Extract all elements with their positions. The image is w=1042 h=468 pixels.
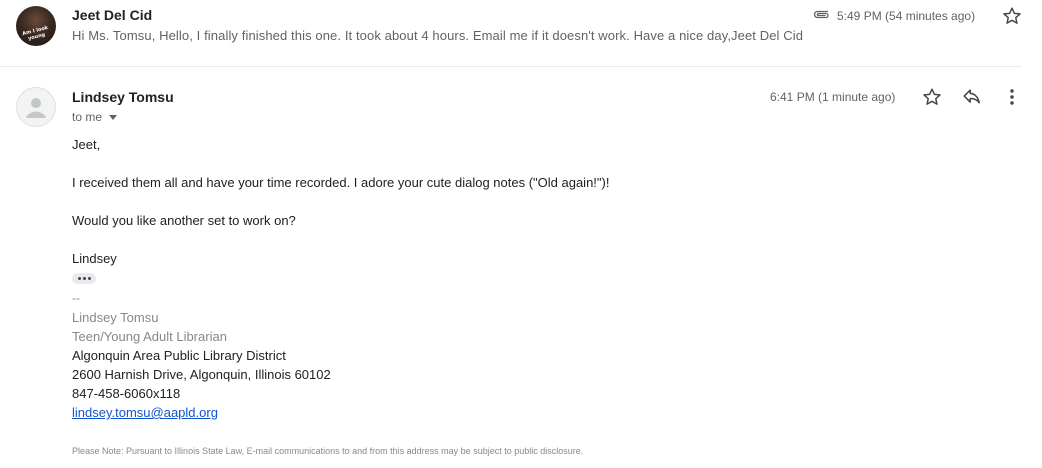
star-button[interactable] [920, 85, 944, 109]
paperclip-icon [813, 10, 829, 19]
star-icon[interactable] [1001, 5, 1023, 27]
signature-organization: Algonquin Area Public Library District [72, 348, 286, 363]
greeting: Jeet, [72, 137, 101, 152]
sender-name[interactable]: Jeet Del Cid [72, 7, 152, 23]
signature-phone: 847-458-6060x118 [72, 386, 181, 401]
signature-name: Lindsey Tomsu [72, 310, 159, 325]
email-thread: Am I look young Jeet Del Cid Hi Ms. Toms… [0, 0, 1042, 468]
star-icon [923, 88, 941, 105]
body-paragraph: I received them all and have your time r… [72, 175, 610, 190]
signature-separator: -- [72, 291, 80, 305]
signature-address: 2600 Harnish Drive, Algonquin, Illinois … [72, 367, 331, 382]
signature-email-link[interactable]: lindsey.tomsu@aapld.org [72, 405, 218, 420]
more-vert-icon [1010, 89, 1014, 105]
message-time: 5:49 PM (54 minutes ago) [837, 9, 976, 23]
body-paragraph: Would you like another set to work on? [72, 213, 296, 228]
show-trimmed-content-button[interactable] [72, 273, 96, 284]
caret-down-icon[interactable] [109, 115, 118, 121]
closing: Lindsey [72, 251, 117, 266]
message-time: 6:41 PM (1 minute ago) [770, 90, 896, 104]
avatar-overlay-text: Am I look young [21, 24, 49, 42]
default-person-icon [26, 98, 46, 118]
sender-name[interactable]: Lindsey Tomsu [72, 89, 174, 105]
signature-disclaimer: Please Note: Pursuant to Illinois State … [72, 446, 584, 456]
recipient-details[interactable]: to me [72, 110, 118, 124]
message-snippet[interactable]: Hi Ms. Tomsu, Hello, I finally finished … [72, 28, 803, 43]
avatar[interactable] [16, 87, 56, 127]
recipient-label: to me [72, 110, 103, 124]
signature-title: Teen/Young Adult Librarian [72, 329, 227, 344]
collapsed-message[interactable]: Am I look young Jeet Del Cid Hi Ms. Toms… [0, 0, 1022, 67]
avatar[interactable]: Am I look young [16, 6, 56, 46]
reply-icon [963, 89, 980, 104]
more-options-button[interactable] [1000, 85, 1024, 109]
reply-button[interactable] [960, 85, 984, 109]
